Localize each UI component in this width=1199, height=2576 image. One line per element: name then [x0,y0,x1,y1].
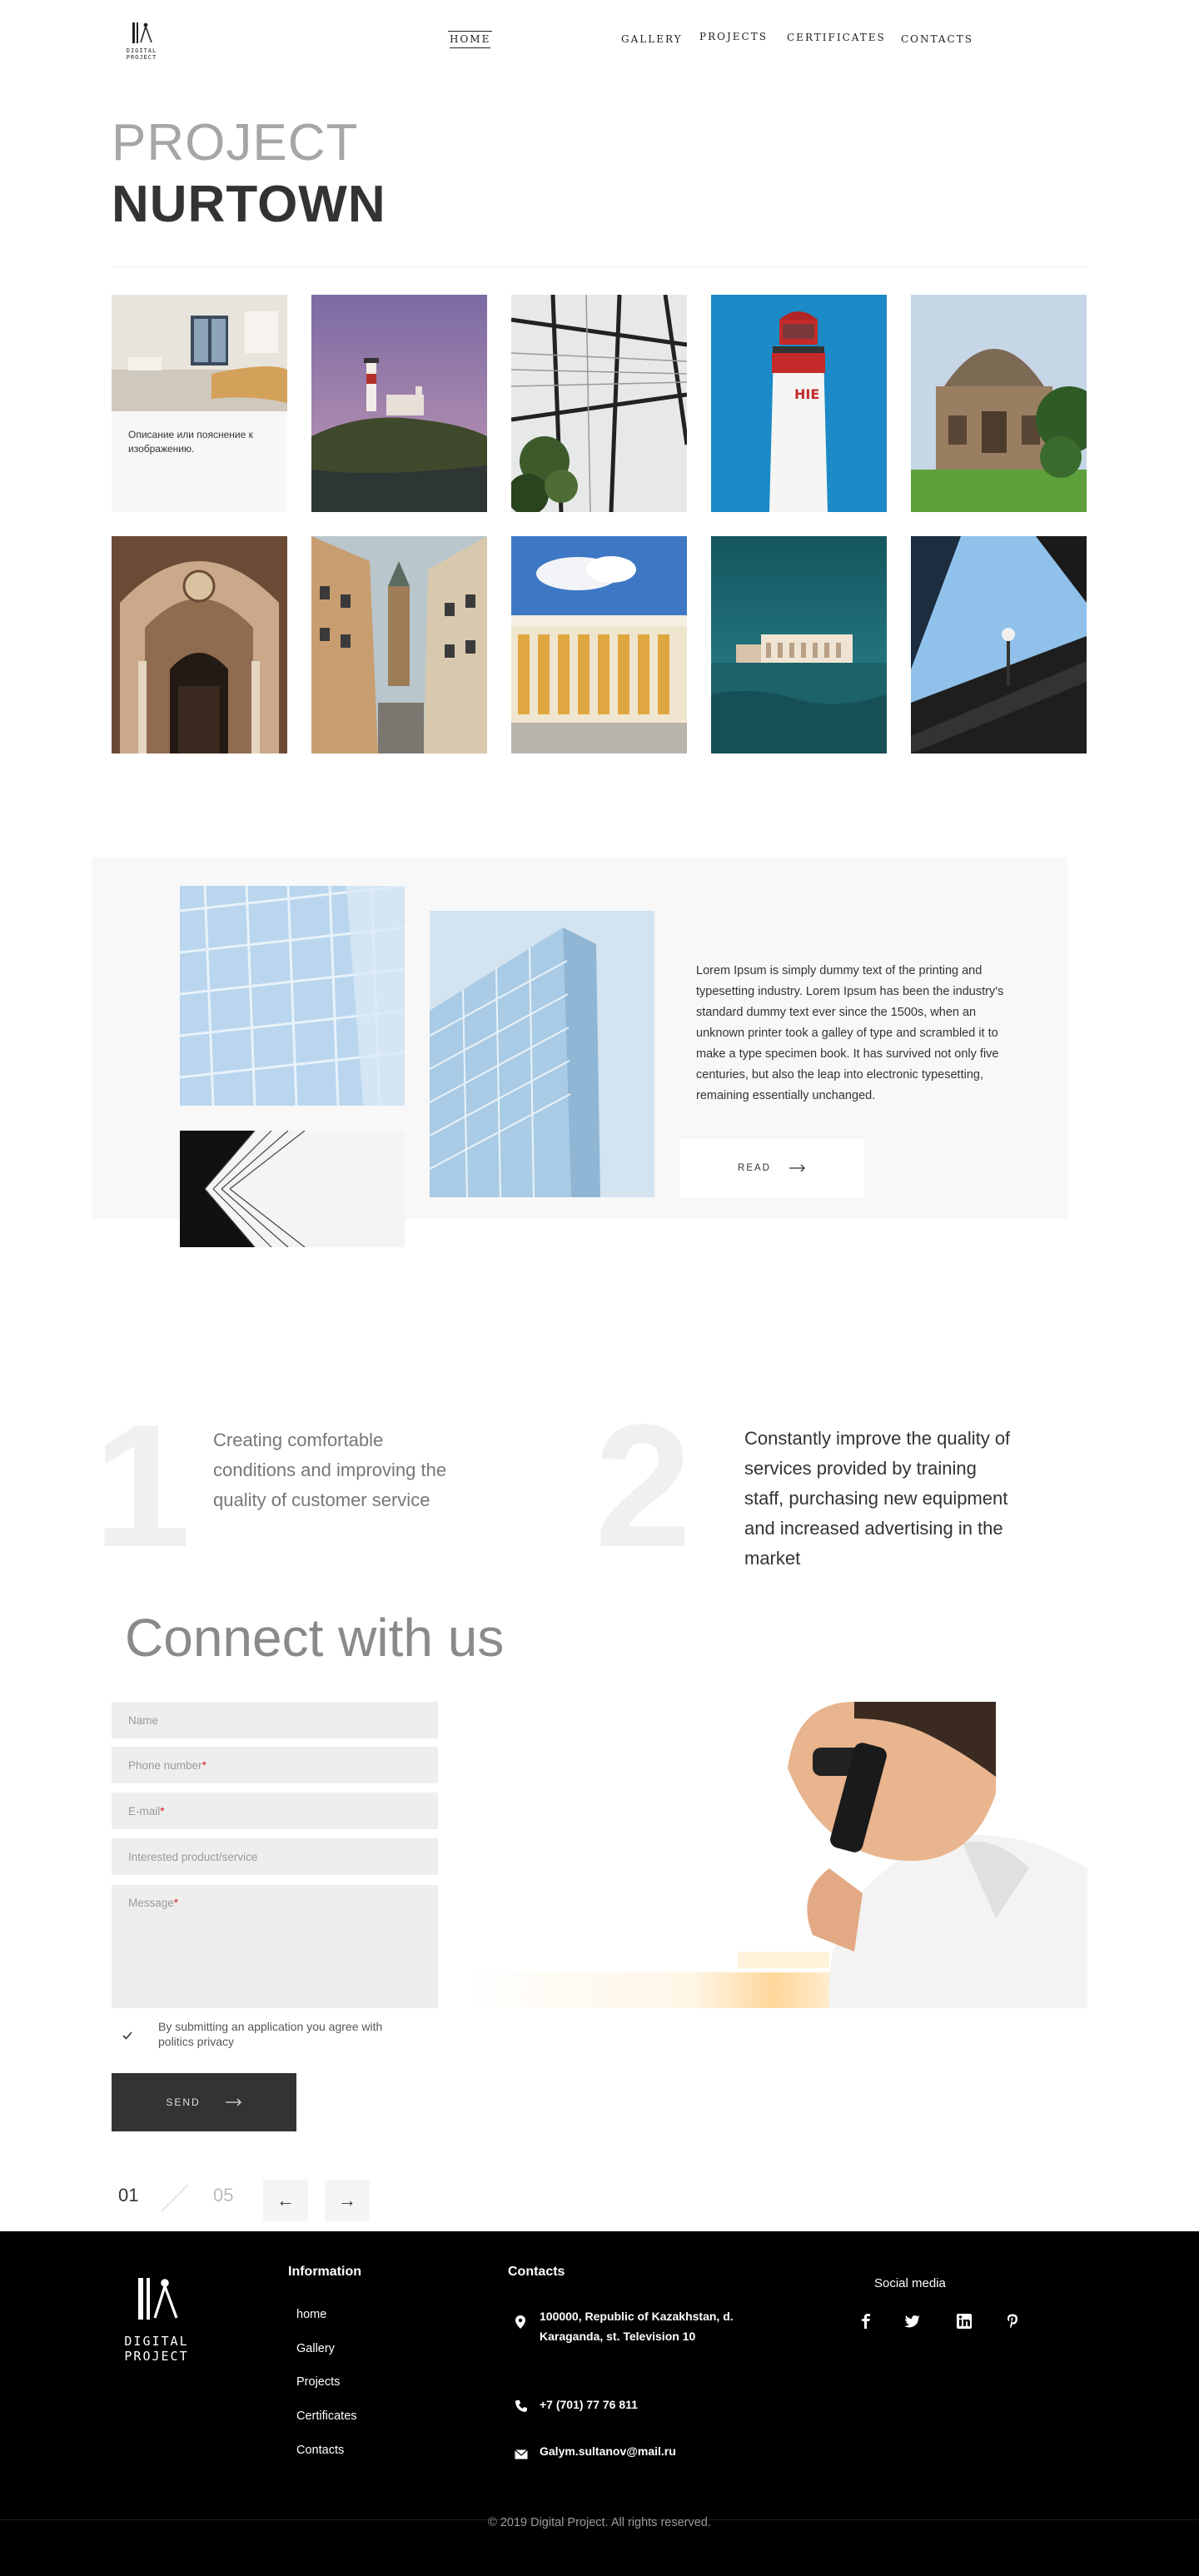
phone-text[interactable]: +7 (701) 77 76 811 [540,2394,638,2414]
arrow-right-icon [225,2098,241,2106]
divider [112,266,1087,267]
footer-logo[interactable]: DIGITAL PROJECT [98,2273,215,2364]
stat-text-2: Constantly improve the quality of servic… [744,1428,1011,1569]
feature-image-glass-tower [430,911,654,1197]
information-heading: Information [288,2265,361,2279]
arrow-right-icon: → [338,2190,356,2210]
footer-link-home[interactable]: home [296,2308,326,2321]
location-icon [515,2315,525,2329]
name-field-placeholder: Name [128,1713,159,1727]
stat-text-1: Creating comfortable conditions and impr… [213,1430,447,1510]
footer-link-certificates[interactable]: Certificates [296,2409,357,2423]
address-text: 100000, Republic of Kazakhstan, d. Karag… [540,2310,734,2343]
read-button-label: READ [738,1163,771,1173]
gallery-item-city-street[interactable] [311,536,487,753]
footer-link-contacts[interactable]: Contacts [296,2444,344,2457]
tower-sky-image [911,536,1087,753]
email-field-placeholder: E-mail [128,1804,161,1818]
required-mark: * [160,1804,165,1818]
feature-image-glass-facade [180,886,405,1106]
gallery-item-palace-waterfront[interactable] [711,536,887,753]
gallery-item-lighthouse-hill[interactable] [311,295,487,512]
linkedin-icon[interactable] [954,2311,974,2331]
city-street-image [311,536,487,753]
phone-field-placeholder: Phone number [128,1758,202,1772]
agree-checkbox[interactable] [118,2026,137,2045]
pinterest-icon[interactable] [1002,2311,1022,2331]
nav-certificates[interactable]: CERTIFICATES [787,32,886,43]
product-field-placeholder: Interested product/service [128,1850,258,1863]
stat-number-1: 1 [93,1388,191,1584]
logo-text: DIGITAL PROJECT [126,47,157,61]
arch-doorway-image [112,536,287,753]
social-heading: Social media [874,2276,946,2290]
stat-number-2: 2 [595,1388,692,1584]
gallery-item-arch-doorway[interactable] [112,536,287,753]
gallery-item-colonnade[interactable] [511,536,687,753]
logo-mark-icon [138,2278,178,2320]
checkmark-icon [122,2031,132,2040]
email-field[interactable]: E-mail * [112,1793,438,1829]
feature-image-abstract [180,1131,405,1247]
lighthouse-hill-image [311,295,487,512]
glass-roof-image [511,295,687,512]
name-field[interactable]: Name [112,1702,438,1738]
phone-field[interactable]: Phone number * [112,1747,438,1783]
copyright-text: © 2019 Digital Project. All rights reser… [488,2516,711,2529]
nav-gallery[interactable]: GALLERY [621,33,683,45]
required-mark: * [173,1897,179,1909]
pager-total: 05 [213,2185,234,2206]
read-button[interactable]: READ [679,1139,864,1197]
product-field[interactable]: Interested product/service [112,1838,438,1875]
site-logo[interactable]: DIGITAL PROJECT [112,20,172,62]
contact-form-title: Connect with us [125,1608,505,1668]
page-title: NURTOWN [112,176,386,233]
mausoleum-image [911,295,1087,512]
phone-icon [515,2400,527,2412]
message-field-placeholder: Message [128,1897,174,1909]
contacts-heading: Contacts [508,2265,565,2279]
contact-image-man-phone [463,1702,1087,2008]
gallery-item-lighthouse-red[interactable]: HIE [711,295,887,512]
arrow-left-icon: ← [276,2190,295,2210]
gallery-item-mausoleum[interactable] [911,295,1087,512]
pager-current: 01 [118,2185,139,2206]
footer-link-gallery[interactable]: Gallery [296,2342,335,2355]
nav-home[interactable]: HOME [447,31,493,48]
nav-projects[interactable]: PROJECTS [699,31,768,42]
footer-logo-text: DIGITAL PROJECT [124,2334,189,2364]
site-header: DIGITAL PROJECT HOME GALLERY PROJECTS CE… [0,0,1199,83]
email-text[interactable]: Galym.sultanov@mail.ru [540,2441,676,2461]
lighthouse-red-image: HIE [711,295,887,512]
twitter-icon[interactable] [903,2311,923,2331]
prev-button[interactable]: ← [263,2180,308,2221]
send-button-label: SEND [166,2096,201,2108]
send-button[interactable]: SEND [112,2073,296,2131]
next-button[interactable]: → [325,2180,370,2221]
nav-contacts[interactable]: CONTACTS [901,33,973,45]
feature-description: Lorem Ipsum is simply dummy text of the … [696,964,1004,1102]
palace-waterfront-image [711,536,887,753]
message-field[interactable]: Message * [112,1885,438,2008]
gallery-caption: Описание или пояснение к изображению. [128,429,253,455]
footer-link-projects[interactable]: Projects [296,2375,340,2389]
logo-mark-icon [132,22,152,43]
arrow-right-icon [789,1164,805,1172]
pager-divider [161,2184,189,2212]
site-footer: DIGITAL PROJECT Information home Gallery… [0,2231,1199,2576]
agree-text: By submitting an application you agree w… [158,2020,383,2048]
gallery-item-tower-sky[interactable] [911,536,1087,753]
required-mark: * [201,1758,206,1772]
lobby-image [112,295,287,411]
mail-icon [515,2449,528,2459]
page-title-label: PROJECT [112,114,359,172]
colonnade-image [511,536,687,753]
svg-text:HIE: HIE [794,386,819,402]
gallery-item-lobby[interactable]: Описание или пояснение к изображению. [112,295,287,512]
facebook-icon[interactable] [856,2311,876,2331]
gallery-item-glass-roof[interactable] [511,295,687,512]
